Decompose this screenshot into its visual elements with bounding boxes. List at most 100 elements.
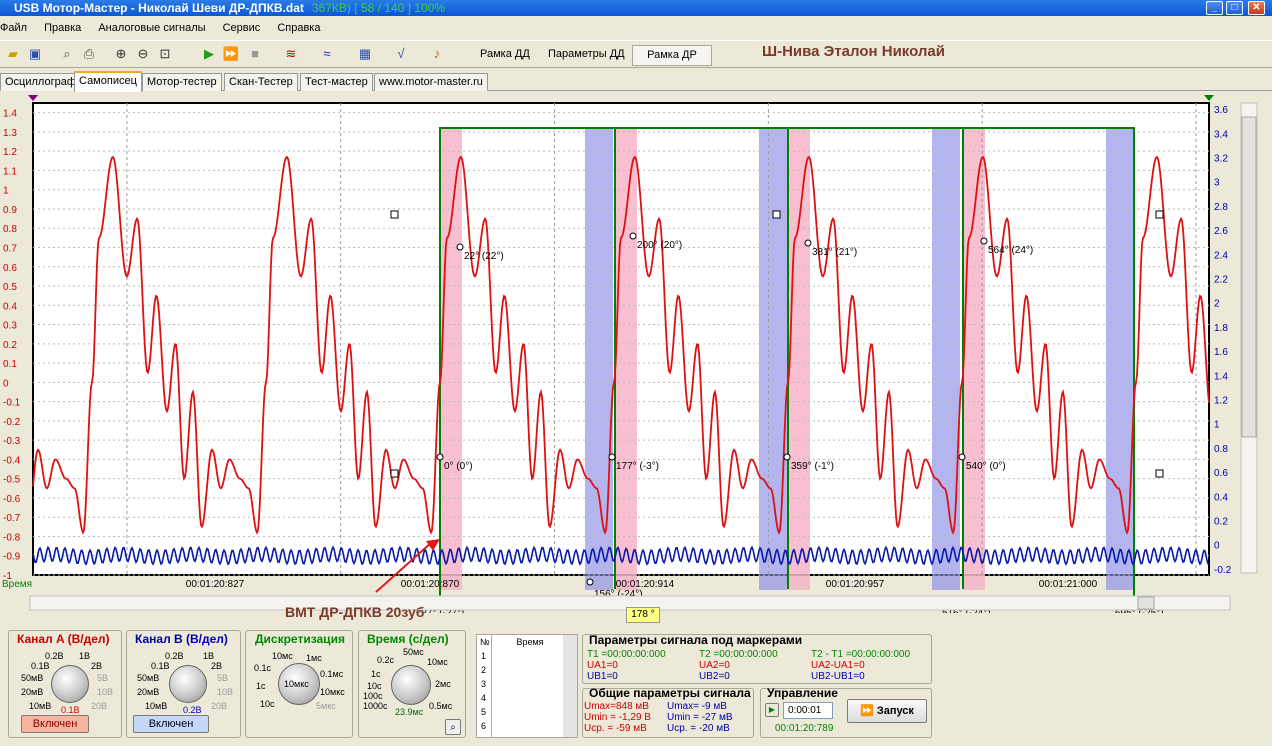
frame-dr-button[interactable]: Рамка ДР: [632, 45, 712, 66]
recorder-chart[interactable]: 1.4 1.3 1.2 1.1 1 0.9 0.8 0.7 0.6 0.5 0.4 0.3 0.2 0.1…: [0, 93, 1272, 619]
window-title-bar: USB Мотор-Мастер - Николай Шеви ДР-ДПКВ.…: [0, 0, 1272, 16]
table-row[interactable]: 2: [481, 665, 486, 675]
knob-label: 5В: [217, 673, 229, 683]
knob-label: 50мс: [403, 647, 424, 657]
chart-svg[interactable]: 1.4 1.3 1.2 1.1 1 0.9 0.8 0.7 0.6 0.5 0.4 0.3 0.2 0.1…: [0, 93, 1272, 619]
sound-icon[interactable]: ♪: [428, 45, 446, 63]
marker-label: 381° (21°): [812, 247, 857, 258]
common-params-title: Общие параметры сигнала: [589, 686, 751, 700]
y-right-tick: 3.6: [1214, 105, 1228, 116]
save-icon[interactable]: ▣: [26, 45, 44, 63]
channel-a-title: Канал A (В/дел): [17, 632, 110, 646]
tab-recorder[interactable]: Самописец: [74, 71, 142, 92]
minimize-button[interactable]: _: [1206, 1, 1223, 15]
table-row[interactable]: 3: [481, 679, 486, 689]
params-dd-button[interactable]: Параметры ДД: [548, 48, 625, 60]
tdc-band: [440, 128, 462, 590]
knob-value: 0.1В: [61, 705, 80, 715]
marker-point: [608, 453, 616, 461]
marker-params-title: Параметры сигнала под маркерами: [589, 633, 803, 647]
table-row[interactable]: 4: [481, 693, 486, 703]
close-button[interactable]: ✕: [1248, 1, 1265, 15]
window-status: 367КВ) [ 58 / 140 ] 100%: [311, 1, 445, 15]
zoom-in-icon[interactable]: ⊕: [112, 45, 130, 63]
car-name: Ш-Нива Эталон Николай: [762, 43, 945, 60]
play-icon[interactable]: ▶: [765, 703, 779, 717]
knob-label: 10мс: [427, 657, 448, 667]
y-left-tick: 1: [3, 186, 9, 197]
stop-icon[interactable]: ■: [246, 45, 264, 63]
y-left-tick: 0: [3, 378, 9, 389]
knob-label: 20В: [91, 701, 108, 711]
sampling-panel: Дискретизация 10мс 1мс 0.1с 0.1мс 1с 10м…: [245, 630, 353, 738]
maximize-button[interactable]: □: [1226, 1, 1243, 15]
trigger-marker: [28, 95, 38, 101]
tab-test-master[interactable]: Тест-мастер: [300, 73, 373, 91]
y-right-tick: 1.8: [1214, 323, 1228, 334]
y-right-tick: 2: [1214, 299, 1220, 310]
menu-analog[interactable]: Аналоговые сигналы: [98, 22, 205, 34]
tab-scan-tester[interactable]: Скан-Тестер: [224, 73, 298, 91]
resize-handle: [390, 210, 399, 219]
control-title: Управление: [767, 686, 838, 700]
ucp-a: Ucp. = -59 мВ: [584, 723, 647, 734]
y-left-tick: 0.3: [3, 321, 17, 332]
menu-service[interactable]: Сервис: [223, 22, 261, 34]
scrollbar-thumb: [1241, 116, 1257, 438]
y-left-tick: -0.5: [3, 475, 21, 486]
resize-handle: [1155, 469, 1164, 478]
fast-forward-icon[interactable]: ⏩: [222, 45, 240, 63]
marker-point: [436, 453, 444, 461]
menu-edit[interactable]: Правка: [44, 22, 81, 34]
time-stepper[interactable]: 0:00:01: [783, 702, 833, 719]
t1-value: T1 =00:00:00:000: [587, 649, 666, 660]
channel-a-knob[interactable]: [51, 665, 89, 703]
zoom-out-icon[interactable]: ⊖: [134, 45, 152, 63]
table-row[interactable]: 1: [481, 651, 486, 661]
y-right-tick: 0.6: [1214, 468, 1228, 479]
frame-dd-button[interactable]: Рамка ДД: [480, 48, 530, 60]
start-button[interactable]: ⏩ Запуск: [847, 699, 927, 723]
channel-a-enable-button[interactable]: Включен: [21, 715, 89, 733]
signal-smooth-icon[interactable]: ≈: [318, 45, 336, 63]
table-scrollbar[interactable]: [563, 635, 577, 737]
tdc-band: [615, 128, 637, 590]
y-right-tick: 2.8: [1214, 202, 1228, 213]
x-tick: 00:01:21:000: [1039, 579, 1098, 590]
table-row[interactable]: 5: [481, 707, 486, 717]
marker-value-badge: 178 °: [626, 607, 660, 623]
menu-help[interactable]: Справка: [277, 22, 320, 34]
channel-a-panel: Канал A (В/дел) 0.2В 1В 0.1В 2В 50мВ 5В …: [8, 630, 122, 738]
zoom-fit-icon[interactable]: ⊡: [156, 45, 174, 63]
channel-b-title: Канал B (В/дел): [135, 632, 228, 646]
y-left-tick: -0.9: [3, 552, 21, 563]
calculator-icon[interactable]: ▦: [356, 45, 374, 63]
signal-filter-icon[interactable]: ≋: [282, 45, 300, 63]
tab-oscilloscope[interactable]: Осциллограф: [0, 73, 81, 91]
umax-b: Umax= -9 мВ: [667, 701, 727, 712]
timebase-knob[interactable]: [391, 665, 431, 705]
menu-file[interactable]: Файл: [0, 22, 27, 34]
tab-website[interactable]: www.motor-master.ru: [374, 73, 488, 91]
play-icon[interactable]: ▶: [200, 45, 218, 63]
sqrt-icon[interactable]: √: [392, 45, 410, 63]
y-right-tick: 3: [1214, 178, 1220, 189]
folder-open-icon[interactable]: ▰: [4, 45, 22, 63]
y-left-tick: -0.4: [3, 455, 21, 466]
knob-label: 2В: [91, 661, 103, 671]
channel-b-enable-button[interactable]: Включен: [133, 715, 209, 733]
print-preview-icon[interactable]: ⌕: [58, 45, 76, 63]
tab-motor-tester[interactable]: Мотор-тестер: [142, 73, 222, 91]
channel-b-knob[interactable]: [169, 665, 207, 703]
print-icon[interactable]: ⎙: [80, 45, 98, 63]
knob-value: 10мкс: [284, 679, 309, 689]
table-row[interactable]: 6: [481, 721, 486, 731]
sensor-band: [759, 128, 787, 590]
y-left-tick: -0.7: [3, 513, 21, 524]
knob-label: 5В: [97, 673, 109, 683]
zoom-icon[interactable]: ⌕: [445, 719, 461, 735]
knob-label: 0.5мс: [429, 701, 453, 711]
y-right-tick: 1.4: [1214, 371, 1228, 382]
clock-value: 00:01:20:789: [775, 723, 834, 734]
tdc-band: [788, 128, 810, 590]
